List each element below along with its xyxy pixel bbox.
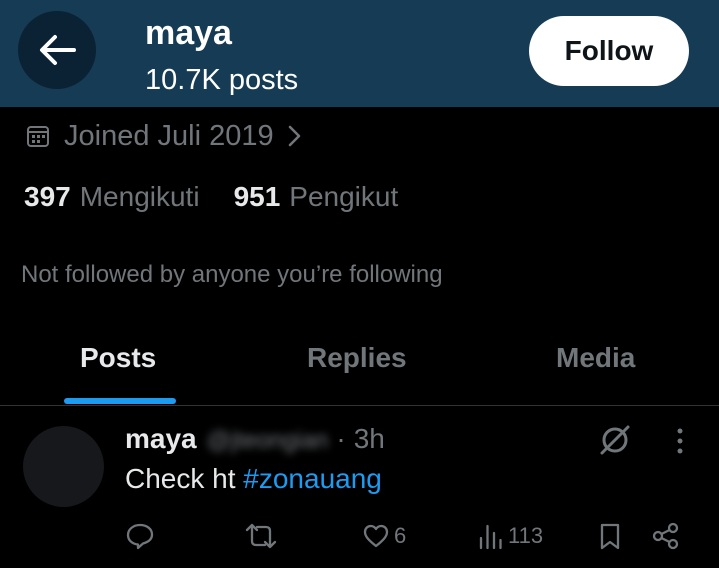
share-icon (652, 522, 679, 550)
following-count: 397 (24, 181, 71, 212)
following-label: Mengikuti (79, 181, 200, 212)
tweet-header: maya @jteongian · 3h (125, 423, 385, 455)
reply-icon (126, 523, 154, 550)
bookmark-icon (600, 523, 620, 550)
follow-stats: 397 Mengikuti 951 Pengikut (24, 181, 432, 213)
tab-posts[interactable]: Posts (80, 342, 156, 374)
joined-date[interactable]: Joined Juli 2019 (26, 117, 302, 155)
header-name: maya (145, 14, 232, 52)
more-vertical-icon[interactable] (666, 426, 694, 456)
views-button[interactable]: 113 (478, 517, 543, 555)
tab-replies[interactable]: Replies (307, 342, 407, 374)
grok-icon[interactable] (598, 423, 632, 457)
bookmark-button[interactable] (597, 517, 623, 555)
repost-button[interactable] (244, 517, 278, 555)
calendar-icon (27, 126, 49, 147)
share-button[interactable] (651, 517, 681, 555)
heart-icon (363, 524, 389, 548)
tweet-hashtag[interactable]: #zonauang (243, 463, 382, 494)
views-icon (479, 524, 502, 550)
follow-button[interactable]: Follow (529, 16, 689, 86)
tabs-divider (0, 405, 719, 406)
arrow-left-icon (40, 35, 76, 65)
followers-label: Pengikut (289, 181, 399, 212)
followers-stat[interactable]: 951 Pengikut (234, 181, 399, 213)
header-posts-count: 10.7K posts (145, 64, 299, 96)
reply-button[interactable] (125, 517, 155, 555)
views-count: 113 (508, 523, 544, 548)
following-stat[interactable]: 397 Mengikuti (24, 181, 200, 213)
tweet-time[interactable]: 3h (354, 423, 385, 455)
profile-header: maya 10.7K posts Follow (0, 0, 719, 107)
like-count: 6 (394, 523, 407, 548)
tweet-text: Check ht #zonauang (125, 463, 382, 495)
tweet-actions: 6 113 (0, 517, 719, 555)
active-tab-indicator (64, 398, 176, 404)
avatar[interactable] (23, 426, 104, 507)
profile-tabs: Posts Replies Media (0, 325, 719, 405)
tweet-author-handle[interactable]: @jteongian (207, 427, 329, 455)
joined-text: Joined Juli 2019 (64, 119, 274, 152)
back-button[interactable] (18, 11, 96, 89)
repost-icon (245, 523, 277, 549)
separator-dot: · (336, 423, 346, 454)
chevron-right-icon (288, 125, 300, 147)
tweet-text-body: Check ht (125, 463, 244, 494)
like-button[interactable]: 6 (362, 517, 406, 555)
followers-count: 951 (233, 181, 281, 212)
tweet-author-name[interactable]: maya (125, 423, 197, 455)
tab-media[interactable]: Media (556, 342, 635, 374)
not-followed-text: Not followed by anyone you’re following (21, 261, 443, 288)
